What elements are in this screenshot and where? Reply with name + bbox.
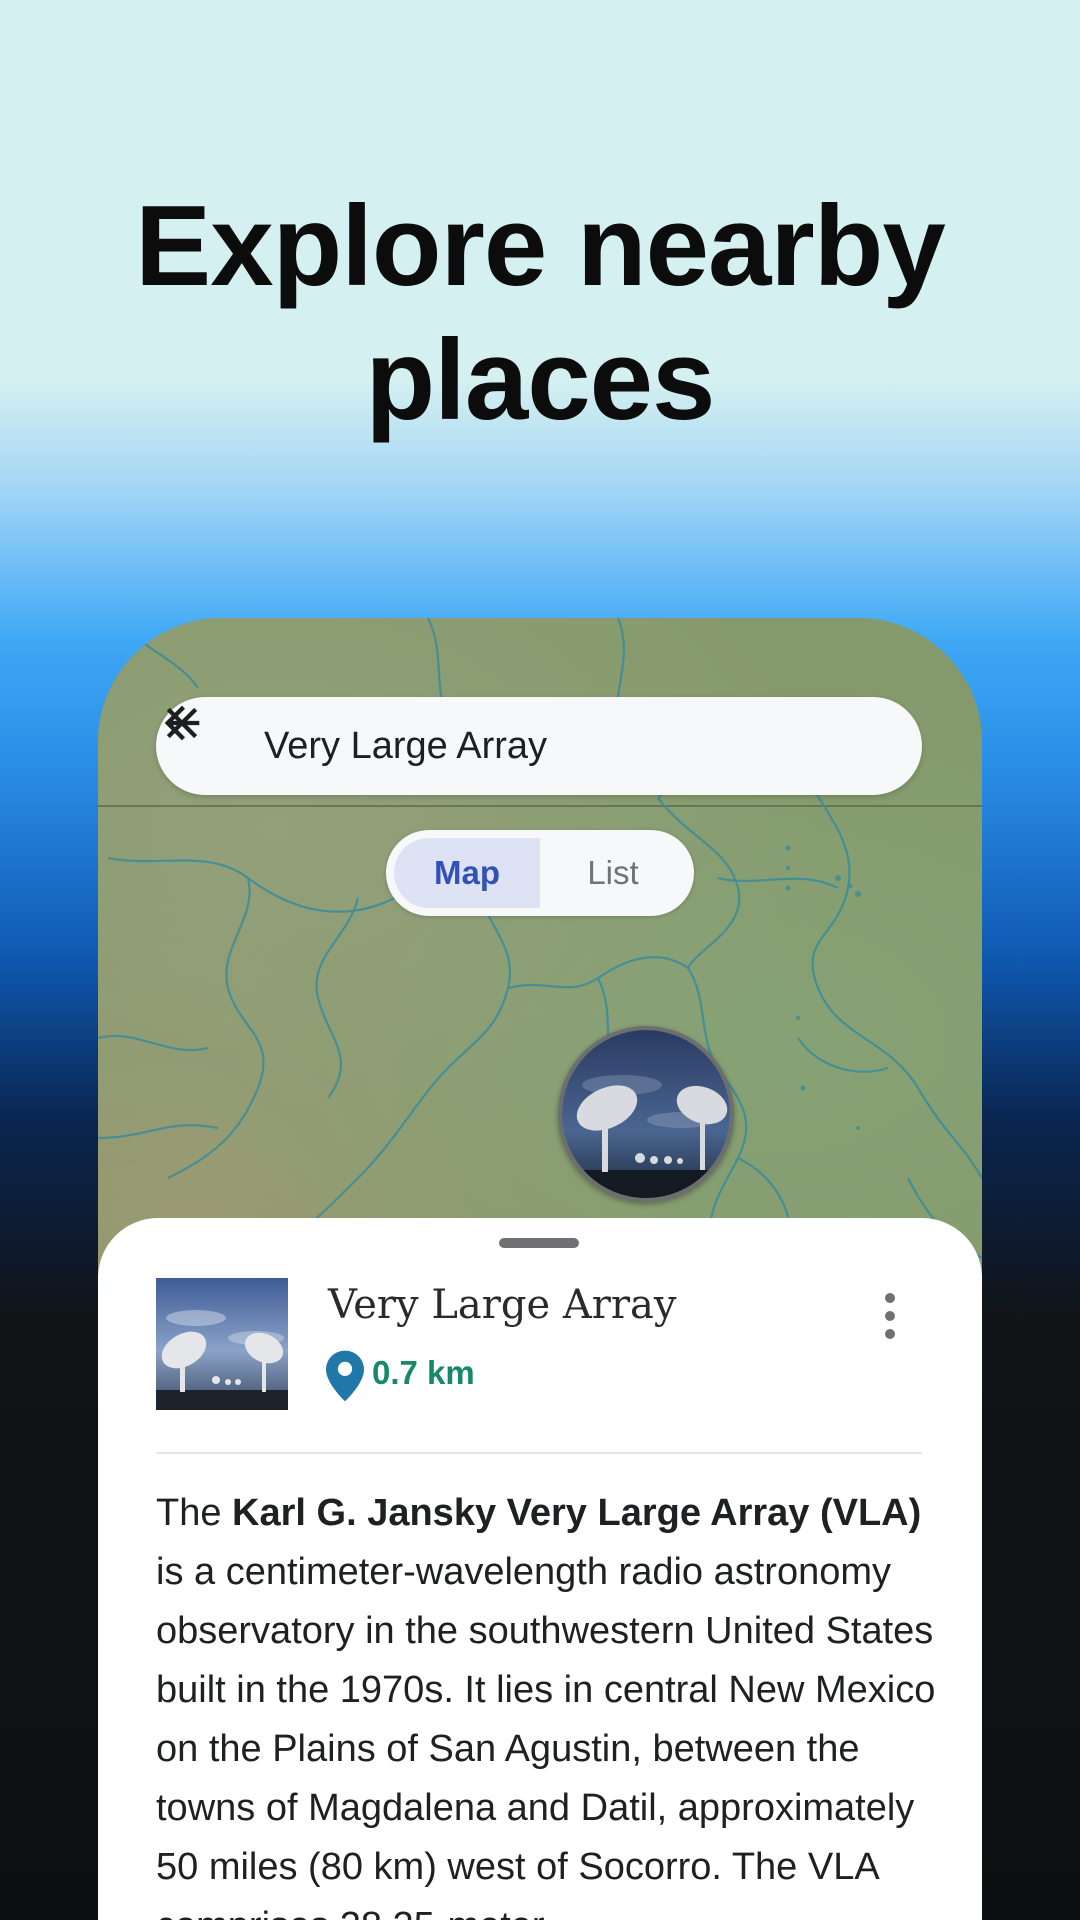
search-input[interactable]: Very Large Array (264, 697, 547, 795)
place-title: Very Large Array (328, 1282, 677, 1328)
close-icon[interactable] (156, 697, 208, 749)
map-view[interactable]: Very Large Array Map List (98, 618, 982, 1318)
description-body: is a centimeter-wavelength radio astrono… (156, 1551, 936, 1920)
place-description: The Karl G. Jansky Very Large Array (VLA… (156, 1484, 946, 1920)
headline-line-1: Explore nearby (135, 183, 946, 310)
place-photo-marker[interactable] (558, 1026, 734, 1202)
phone-mockup: Very Large Array Map List Very Large Arr… (98, 618, 982, 1920)
description-prefix: The (156, 1492, 233, 1534)
place-details-sheet: Very Large Array 0.7 km The Karl G. Jans… (98, 1218, 982, 1920)
description-bold-name: Karl G. Jansky Very Large Array (VLA) (232, 1492, 922, 1534)
view-toggle: Map List (386, 830, 694, 916)
drag-handle[interactable] (499, 1238, 579, 1248)
location-pin-icon (326, 1350, 364, 1402)
tab-list[interactable]: List (540, 838, 686, 908)
tab-map[interactable]: Map (394, 838, 540, 908)
divider (156, 1452, 922, 1454)
radio-telescope-thumbnail (156, 1278, 288, 1410)
search-bar[interactable]: Very Large Array (156, 697, 922, 795)
place-thumbnail[interactable] (156, 1278, 288, 1410)
headline-line-2: places (365, 317, 716, 444)
more-vert-icon[interactable] (870, 1286, 910, 1346)
radio-telescope-image (562, 1030, 730, 1198)
page-headline: Explore nearby places (0, 180, 1080, 448)
distance-text: 0.7 km (372, 1354, 475, 1391)
